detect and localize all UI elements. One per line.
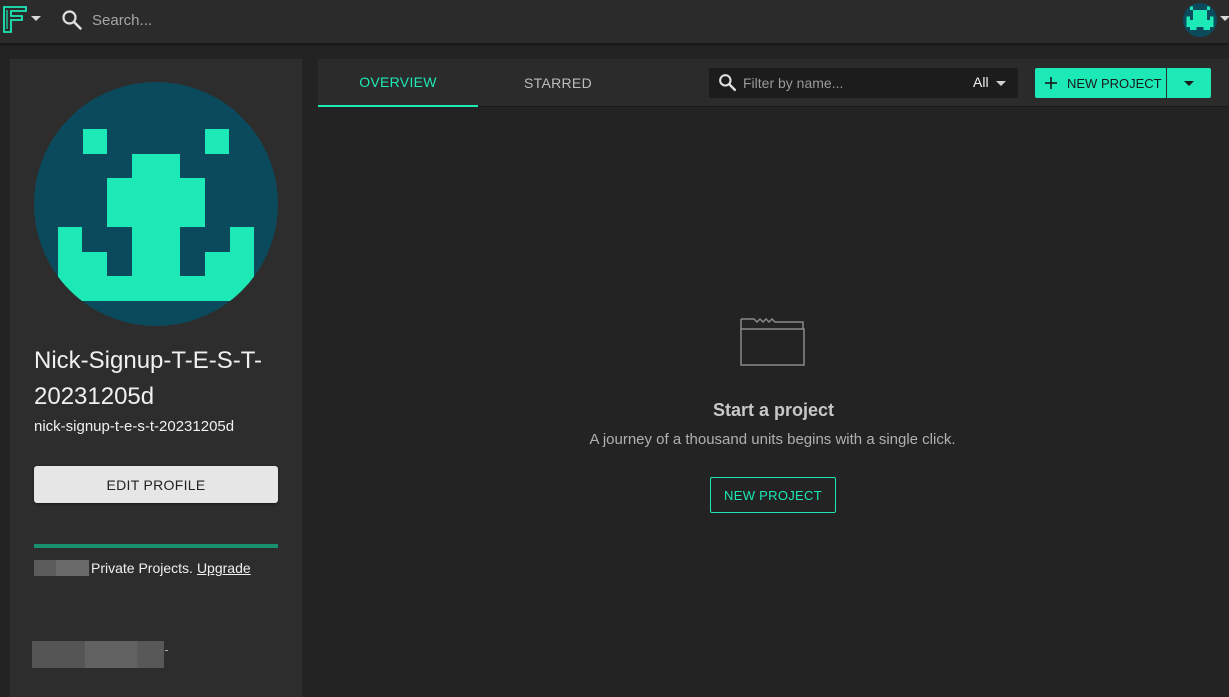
private-projects-info: Private Projects. Upgrade [34,559,251,577]
filter-chevron-down-icon[interactable] [996,81,1006,86]
private-projects-text: Private Projects. [91,560,193,576]
empty-state-title: Start a project [712,400,835,420]
fusion-logo-icon[interactable] [2,4,28,34]
empty-state-subtitle: A journey of a thousand units begins wit… [589,431,956,448]
main-content: OVERVIEW STARRED All NEW PROJECT [318,59,1229,697]
logo-menu-chevron-down-icon[interactable] [31,16,41,21]
user-menu-chevron-down-icon[interactable] [1220,16,1229,21]
new-project-menu-button[interactable] [1167,68,1211,98]
upgrade-link[interactable]: Upgrade [197,560,251,576]
filter-by-name-input[interactable] [743,73,963,93]
tab-overview[interactable]: OVERVIEW [318,59,478,107]
new-project-button[interactable]: NEW PROJECT [1035,68,1166,98]
search-icon [61,9,83,31]
private-projects-progress-fill [34,544,278,548]
folder-icon [740,317,806,367]
empty-state-new-project-button[interactable]: NEW PROJECT [710,477,836,513]
private-projects-progress-bar [34,544,278,548]
top-navigation-bar [0,0,1229,43]
redacted-count [34,560,89,576]
edit-profile-button[interactable]: EDIT PROFILE [34,466,278,503]
chevron-down-icon [1184,81,1194,86]
projects-header: OVERVIEW STARRED All NEW PROJECT [318,59,1229,107]
plus-icon [1045,77,1057,89]
redacted-content [32,641,164,668]
tab-starred[interactable]: STARRED [478,59,638,107]
profile-avatar [34,82,278,326]
profile-username: nick-signup-t-e-s-t-20231205d [34,418,235,435]
filter-box: All [709,68,1018,98]
new-project-label: NEW PROJECT [1067,75,1162,91]
filter-search-icon [718,73,737,92]
global-search-input[interactable] [92,8,592,32]
redacted-content-divider [165,650,168,651]
profile-display-name: Nick-Signup-T-E-S-T-20231205d [34,347,263,410]
filter-type-select[interactable]: All [973,74,989,90]
profile-sidebar: Nick-Signup-T-E-S-T-20231205d nick-signu… [10,59,302,697]
user-avatar[interactable] [1183,3,1217,37]
